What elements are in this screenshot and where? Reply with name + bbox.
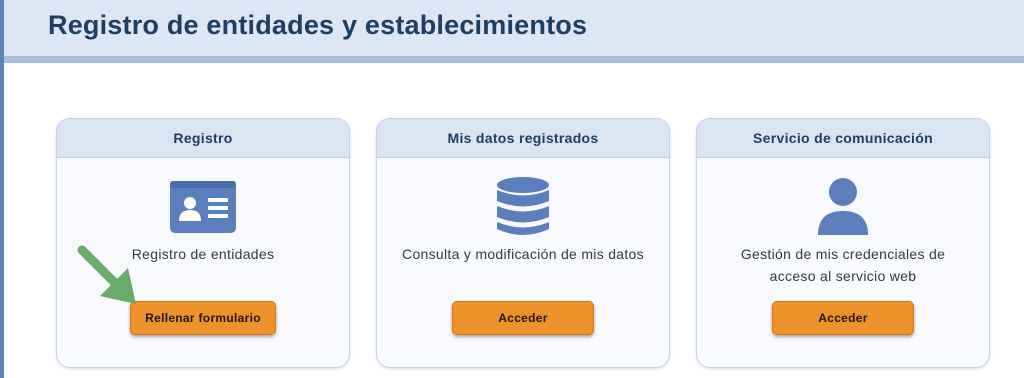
card-title: Servicio de comunicación bbox=[753, 130, 933, 146]
card-header: Registro bbox=[57, 119, 349, 158]
card-header: Mis datos registrados bbox=[377, 119, 669, 158]
card-description: Consulta y modificación de mis datos bbox=[402, 246, 644, 262]
fill-form-button[interactable]: Rellenar formulario bbox=[130, 301, 276, 335]
page-header: Registro de entidades y establecimientos bbox=[4, 0, 1024, 63]
pointer-arrow-icon bbox=[77, 245, 136, 304]
user-icon bbox=[810, 177, 876, 237]
access-service-button[interactable]: Acceder bbox=[772, 301, 914, 335]
access-data-button[interactable]: Acceder bbox=[452, 301, 594, 335]
card-header: Servicio de comunicación bbox=[697, 119, 989, 158]
card-title: Mis datos registrados bbox=[447, 130, 599, 146]
id-card-icon bbox=[170, 177, 236, 237]
card-description: Gestión de mis credenciales de acceso al… bbox=[740, 246, 946, 284]
database-icon bbox=[490, 177, 556, 237]
card-mis-datos: Mis datos registrados Consulta y modific… bbox=[376, 118, 670, 368]
card-servicio-comunicacion: Servicio de comunicación Gestión de mis … bbox=[696, 118, 990, 368]
card-title: Registro bbox=[173, 130, 233, 146]
page-title: Registro de entidades y establecimientos bbox=[48, 10, 588, 40]
